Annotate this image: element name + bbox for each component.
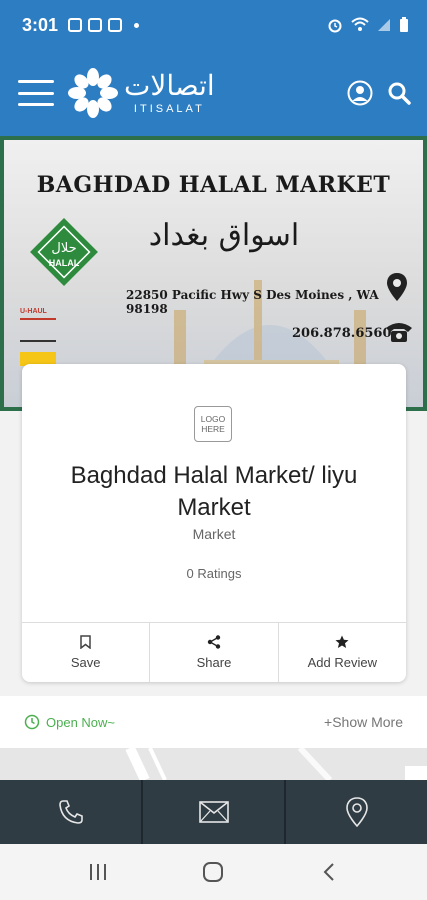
logo-english: ITISALAT xyxy=(133,103,205,115)
battery-icon xyxy=(400,17,408,32)
profile-icon[interactable] xyxy=(347,80,373,106)
more-notifications-icon xyxy=(134,22,140,28)
telephone-icon xyxy=(386,323,412,342)
hours-bar: Open Now~ +Show More xyxy=(0,696,427,748)
svg-text:حلال: حلال xyxy=(51,241,76,256)
system-nav-bar xyxy=(0,844,427,900)
mail-icon xyxy=(198,801,229,823)
svg-text:HALAL: HALAL xyxy=(49,258,80,268)
save-button[interactable]: Save xyxy=(22,623,151,682)
banner-phone: 206.878.6560 xyxy=(292,326,392,341)
business-name: Baghdad Halal Market/ liyu Market xyxy=(70,462,358,521)
home-button[interactable] xyxy=(193,852,233,892)
business-logo-placeholder: LOGO HERE xyxy=(194,406,232,442)
map-preview[interactable] xyxy=(0,748,427,780)
status-bar: 3:01 xyxy=(0,0,427,50)
logo-text: اتصالات ITISALAT xyxy=(124,69,215,116)
share-label: Share xyxy=(196,655,232,670)
add-review-label: Add Review xyxy=(307,655,377,670)
directions-button[interactable] xyxy=(286,780,427,844)
gallery-icon xyxy=(68,18,83,32)
system-icons xyxy=(327,17,409,33)
map-roads xyxy=(125,748,427,780)
halal-logo: حلال HALAL xyxy=(30,218,98,286)
recent-apps-button[interactable] xyxy=(78,852,118,892)
banner-address: 22850 Pacific Hwy S Des Moines , WA 9819… xyxy=(126,288,379,316)
add-review-button[interactable]: Add Review xyxy=(279,623,406,682)
recents-icon xyxy=(89,864,106,880)
save-label: Save xyxy=(70,655,101,670)
banner-title: BAGHDAD HALAL MARKET xyxy=(36,172,391,198)
email-button[interactable] xyxy=(143,780,286,844)
back-button[interactable] xyxy=(309,852,349,892)
map-pin-icon xyxy=(345,797,368,827)
brand-tag-2 xyxy=(20,330,56,342)
open-status: Open Now~ xyxy=(46,714,116,730)
phone-icon xyxy=(58,800,83,824)
home-circle-icon xyxy=(203,862,224,882)
location-pin-icon xyxy=(387,273,407,301)
clock-icon xyxy=(24,714,40,730)
share-icon xyxy=(207,635,221,649)
menu-icon[interactable] xyxy=(18,80,54,106)
signal-icon xyxy=(378,19,390,31)
app-bar: اتصالات ITISALAT xyxy=(0,50,427,136)
ratings-count[interactable]: 0 Ratings xyxy=(22,566,406,581)
show-more-link[interactable]: +Show More xyxy=(324,714,403,730)
open-now-toggle[interactable]: Open Now~ xyxy=(24,714,115,730)
back-chevron-icon xyxy=(323,863,334,881)
star-icon xyxy=(335,635,349,648)
search-icon[interactable] xyxy=(387,81,411,105)
wifi-icon xyxy=(351,17,369,31)
alarm-icon xyxy=(328,19,342,33)
call-button[interactable] xyxy=(0,780,143,844)
flower-logo-icon xyxy=(68,68,118,118)
card-actions: Save Share Add Review xyxy=(22,622,406,682)
share-button[interactable]: Share xyxy=(150,623,279,682)
home-icon xyxy=(88,18,103,32)
bookmark-icon xyxy=(80,635,91,649)
business-category: Market xyxy=(192,526,236,542)
status-time: 3:01 xyxy=(22,14,59,35)
notification-icons xyxy=(68,18,140,32)
bottom-action-bar xyxy=(0,780,427,844)
brand-tag: U-HAUL xyxy=(20,308,56,320)
brand-tags: U-HAUL xyxy=(20,308,56,366)
tag-icon xyxy=(108,18,123,32)
banner-arabic-title: اسواق بغداد xyxy=(148,218,300,253)
app-logo: اتصالات ITISALAT xyxy=(68,68,215,118)
business-card: LOGO HERE Baghdad Halal Market/ liyu Mar… xyxy=(22,364,406,682)
logo-arabic: اتصالات xyxy=(124,69,215,102)
